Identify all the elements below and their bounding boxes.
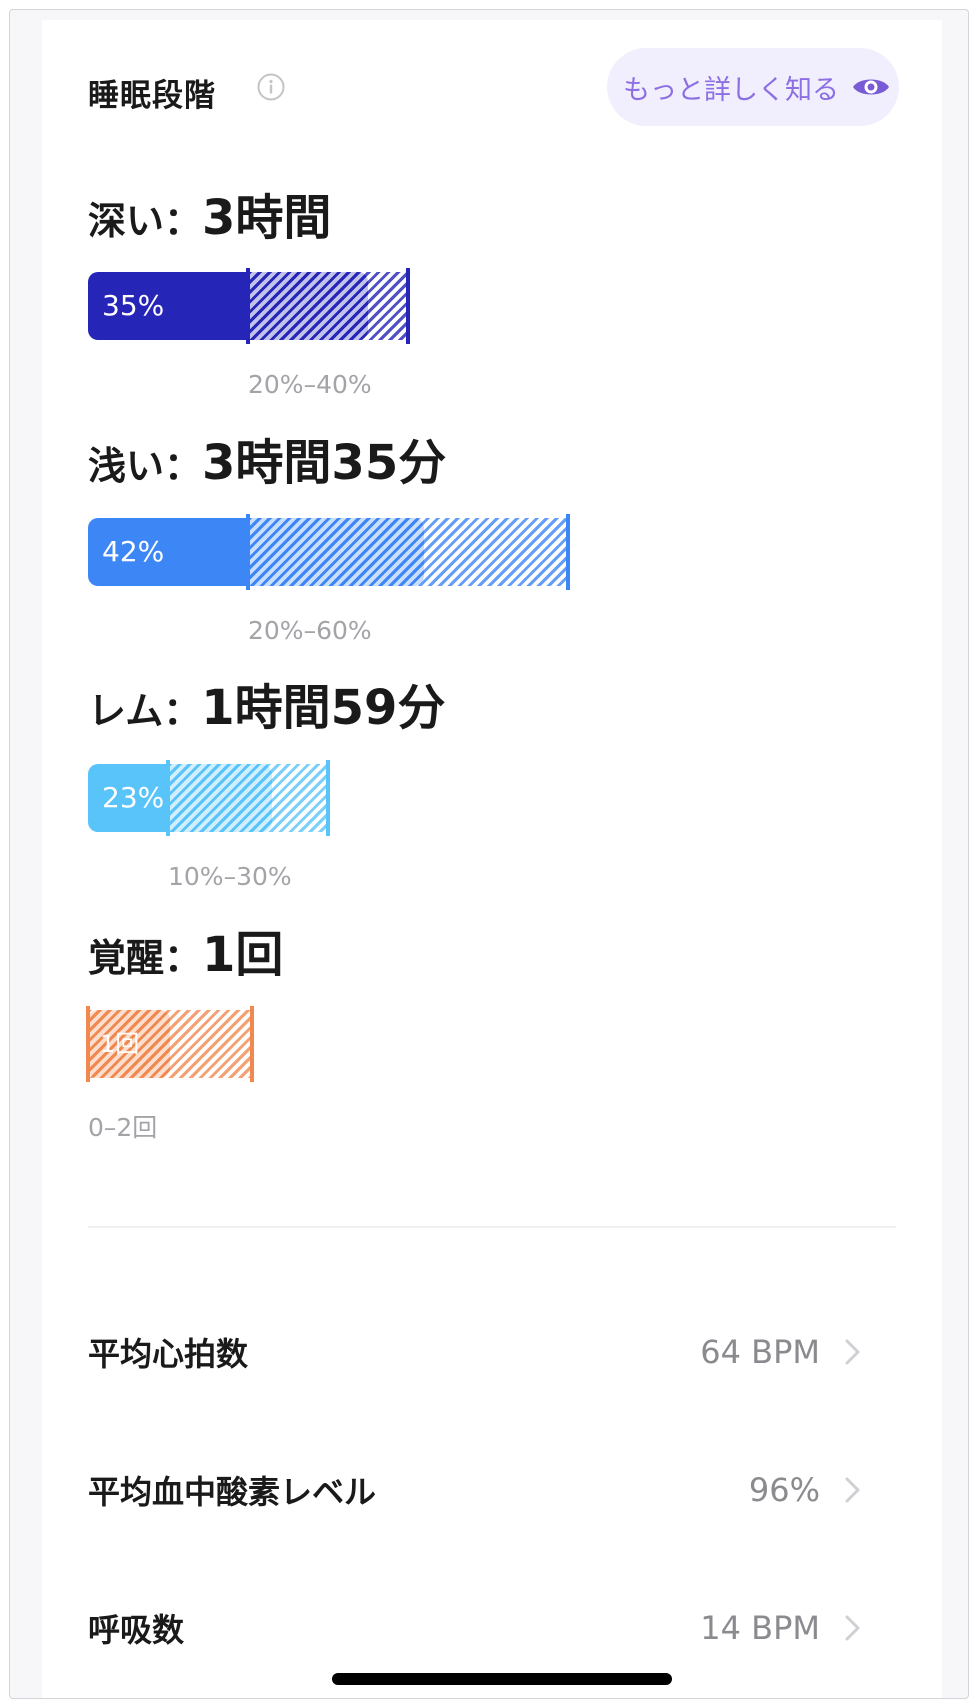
eye-icon [853,79,889,95]
sleep-stages-card: 睡眠段階 もっと詳しく知る 深い：3時間 35% 20%–40% 浅い：3時間3… [42,20,942,1698]
range-end-tick [406,268,410,344]
home-indicator [332,1673,672,1685]
learn-more-button[interactable]: もっと詳しく知る [607,48,899,126]
range-start-tick [246,514,250,590]
chevron-right-icon [845,1477,860,1503]
range-start-tick [246,268,250,344]
metric-row-respiration[interactable]: 呼吸数 14 BPM [88,1598,896,1658]
metric-value: 14 BPM [700,1609,820,1647]
range-end-tick [566,514,570,590]
stage-target-range [248,518,568,586]
stage-bar-light: 42% [88,514,570,590]
stage-duration: 1回 [202,927,284,983]
chevron-right-icon [845,1615,860,1641]
stage-bar-deep: 35% [88,268,410,344]
stage-bar-rem: 23% [88,760,330,836]
stage-percent: 35% [102,289,165,322]
stage-duration: 3時間35分 [202,435,447,491]
stage-name: 深い： [88,199,203,243]
stage-range-deep: 20%–40% [248,370,372,399]
stage-range-light: 20%–60% [248,616,372,645]
metric-row-blood-oxygen[interactable]: 平均血中酸素レベル 96% [88,1460,896,1520]
app-frame: 睡眠段階 もっと詳しく知る 深い：3時間 35% 20%–40% 浅い：3時間3… [9,9,969,1699]
learn-more-label: もっと詳しく知る [623,74,839,106]
stage-label-light: 浅い：3時間35分 [88,423,446,493]
range-end-tick [250,1006,254,1082]
stage-label-awake: 覚醒：1回 [88,915,283,985]
range-start-tick [166,760,170,836]
stage-percent: 23% [102,781,165,814]
stage-count: 1回 [100,1030,140,1058]
info-icon[interactable] [256,72,286,102]
stage-range-awake: 0–2回 [88,1113,158,1142]
metric-label: 平均心拍数 [88,1335,249,1373]
stage-name: レム： [88,689,202,733]
metric-label: 呼吸数 [88,1611,185,1649]
stage-target-range [168,764,328,832]
range-end-tick [326,760,330,836]
range-start-tick [86,1006,90,1082]
metric-value: 96% [748,1471,820,1509]
metric-value: 64 BPM [700,1333,820,1371]
stage-name: 覚醒： [88,936,203,980]
stage-target-range [248,272,408,340]
stage-bar-awake: 1回 [86,1006,254,1082]
chevron-right-icon [845,1339,860,1365]
section-title: 睡眠段階 [88,78,216,114]
stage-range-rem: 10%–30% [168,862,292,891]
stage-duration: 3時間 [202,190,332,246]
metric-label: 平均血中酸素レベル [88,1473,377,1511]
stage-percent: 42% [102,535,165,568]
stage-duration: 1時間59分 [201,680,446,736]
divider [88,1226,896,1228]
stage-label-deep: 深い：3時間 [88,178,331,248]
stage-name: 浅い： [88,444,203,488]
metric-row-heart-rate[interactable]: 平均心拍数 64 BPM [88,1322,896,1382]
stage-label-rem: レム：1時間59分 [88,668,445,738]
